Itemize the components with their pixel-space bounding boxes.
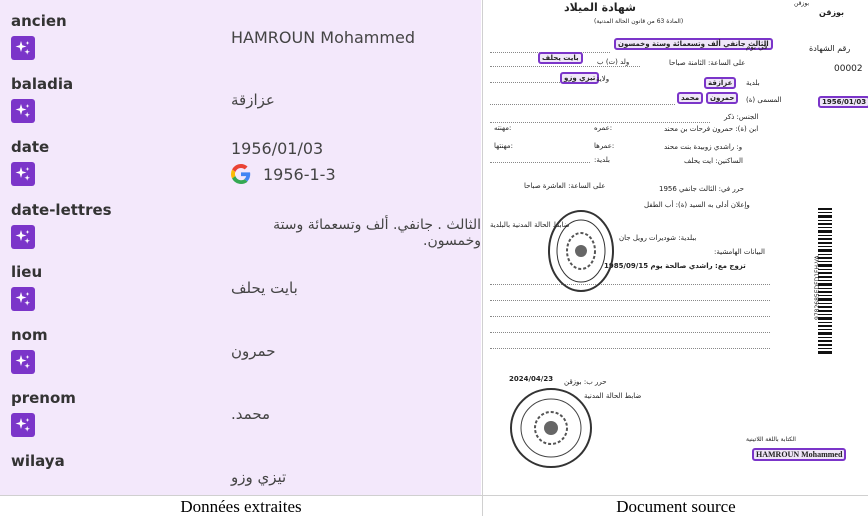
doc-line-marg: البيانات الهامشية: xyxy=(714,248,765,256)
caption-divider xyxy=(0,495,868,496)
field-value-lieu: بايت يحلف xyxy=(231,279,298,297)
caption-source: Document source xyxy=(616,497,736,516)
doc-issue-place: حرر ب: بوزقن xyxy=(564,378,607,386)
field-label-wilaya: wilaya xyxy=(11,452,65,470)
doc-highlight-prenom: محمد xyxy=(677,92,704,104)
field-label-ancien: ancien xyxy=(11,12,67,30)
doc-highlight-lieu: بايت يحلف xyxy=(538,52,583,64)
doc-dotted-line xyxy=(490,162,590,163)
sparkle-icon xyxy=(15,167,30,181)
field-label-date-lettres: date-lettres xyxy=(11,201,112,219)
doc-dotted-line xyxy=(490,284,770,285)
doc-cert-label: رقم الشهادة xyxy=(809,44,851,53)
field-value-prenom: محمد. xyxy=(231,405,271,423)
field-value-ancien: HAMROUN Mohammed xyxy=(231,28,415,47)
sparkle-icon xyxy=(15,355,30,369)
doc-barcode-text: 9782685EDFD1FH-VA xyxy=(814,255,821,320)
google-date-value: 1956-1-3 xyxy=(263,164,336,184)
field-label-baladia: baladia xyxy=(11,75,74,93)
doc-latin-label: الكتابة باللغة اللاتينية xyxy=(746,436,796,443)
source-document-panel: شهادة الميلاد (المادة 63 من قانون الحالة… xyxy=(484,0,868,495)
extracted-data-panel: ancien HAMROUN Mohammed baladia عزازقة d… xyxy=(0,0,481,495)
official-stamp-icon xyxy=(548,210,614,292)
field-label-prenom: prenom xyxy=(11,389,76,407)
panel-divider xyxy=(482,0,483,516)
doc-line-father: ابن (ة): حمرون فرحات بن محند xyxy=(664,125,759,133)
google-icon xyxy=(231,164,251,184)
doc-dotted-line xyxy=(490,122,710,123)
doc-mother-job: مهنتها: xyxy=(494,142,513,150)
magic-sparkle-button[interactable] xyxy=(11,350,35,374)
doc-top-right2: بوزقن xyxy=(794,0,810,7)
caption-extracted: Données extraites xyxy=(180,497,302,516)
field-value-date: 1956/01/03 xyxy=(231,139,324,158)
magic-sparkle-button[interactable] xyxy=(11,162,35,186)
doc-highlight-date: 1956/01/03 xyxy=(818,96,868,108)
doc-line-marriage: تزوج مع: راشدي صالحة يوم 1985/09/15 xyxy=(604,262,746,270)
doc-line-sex: الجنس: ذكر xyxy=(724,113,759,121)
field-ancien: ancien HAMROUN Mohammed xyxy=(0,12,481,75)
magic-sparkle-button[interactable] xyxy=(11,287,35,311)
field-prenom: prenom محمد. xyxy=(0,389,481,452)
doc-line-residence: الساكنين: ايت يحلف xyxy=(684,157,743,165)
doc-highlight-wilaya: تيزي وزو xyxy=(560,72,600,84)
field-nom: nom حمرون xyxy=(0,326,481,389)
field-wilaya: wilaya تيزي وزو xyxy=(0,452,481,495)
doc-line-decl: وإعلان أدلى به السيد (ة): أب الطفل xyxy=(644,201,750,209)
doc-dotted-line xyxy=(490,104,675,105)
magic-sparkle-button[interactable] xyxy=(11,225,35,249)
doc-dotted-line xyxy=(490,332,770,333)
field-value-baladia: عزازقة xyxy=(231,91,275,109)
doc-highlight-latin-name: HAMROUN Mohammed xyxy=(752,448,847,461)
doc-highlight-baladia: عزازقة xyxy=(704,77,737,89)
doc-title: شهادة الميلاد xyxy=(564,1,636,14)
doc-line-drawn: حرر في: الثالث جانفي 1956 xyxy=(659,185,744,193)
field-value-date-lettres: الثالث . جانفي. ألف وتسعمائة وستة وخمسون… xyxy=(273,217,481,249)
doc-line-born: ولد (ت) ب xyxy=(597,58,630,66)
field-value-wilaya: تيزي وزو xyxy=(231,468,287,486)
doc-father-job: مهنته: xyxy=(494,124,512,132)
doc-highlight-nom: حمرون xyxy=(706,92,739,104)
doc-mother-age: عمرها: xyxy=(594,142,615,150)
field-date: date 1956/01/03 1956-1-3 xyxy=(0,138,481,201)
field-lieu: lieu بايت يحلف xyxy=(0,263,481,326)
field-label-nom: nom xyxy=(11,326,48,344)
doc-line-at: بلدية: xyxy=(594,156,610,164)
doc-father-age: عمره: xyxy=(594,124,613,132)
doc-dotted-line xyxy=(490,348,770,349)
doc-subtitle: (المادة 63 من قانون الحالة المدنية) xyxy=(594,18,684,25)
sparkle-icon xyxy=(15,41,30,55)
doc-issue-date: 2024/04/23 xyxy=(509,375,554,383)
doc-line-vers: في يوم xyxy=(746,43,768,51)
doc-line-mother: و: راشدي زوبيدة بنت محند xyxy=(664,143,743,151)
magic-sparkle-button[interactable] xyxy=(11,36,35,60)
doc-line-baladia: بلدية xyxy=(746,79,760,87)
magic-sparkle-button[interactable] xyxy=(11,413,35,437)
sparkle-icon xyxy=(15,230,30,244)
doc-line-wed: ببلدية: شوديرات رويل جان xyxy=(619,234,697,242)
sparkle-icon xyxy=(15,418,30,432)
birth-certificate-scan: شهادة الميلاد (المادة 63 من قانون الحالة… xyxy=(484,0,868,495)
google-date-row[interactable]: 1956-1-3 xyxy=(231,164,336,184)
sparkle-icon xyxy=(15,292,30,306)
magic-sparkle-button[interactable] xyxy=(11,99,35,123)
doc-top-right: بوزقن xyxy=(819,8,845,17)
doc-line-drawn-hour: على الساعة: العاشرة صباحا xyxy=(524,182,606,190)
official-stamp-icon xyxy=(510,388,592,468)
doc-line-wilaya: ولاية xyxy=(596,75,610,83)
doc-dotted-line xyxy=(490,316,770,317)
field-baladia: baladia عزازقة xyxy=(0,75,481,138)
field-label-date: date xyxy=(11,138,50,156)
doc-cert-number: 00002 xyxy=(834,64,863,74)
doc-dotted-line xyxy=(490,82,560,83)
doc-dotted-line xyxy=(490,300,770,301)
field-value-nom: حمرون xyxy=(231,342,276,360)
field-label-lieu: lieu xyxy=(11,263,43,281)
doc-line-hour: على الساعة: الثامنة صباحا xyxy=(669,59,746,67)
doc-dotted-line xyxy=(490,66,640,67)
doc-line-name: المسمى (ة) xyxy=(746,96,782,104)
field-date-lettres: date-lettres الثالث . جانفي. ألف وتسعمائ… xyxy=(0,201,481,264)
sparkle-icon xyxy=(15,104,30,118)
